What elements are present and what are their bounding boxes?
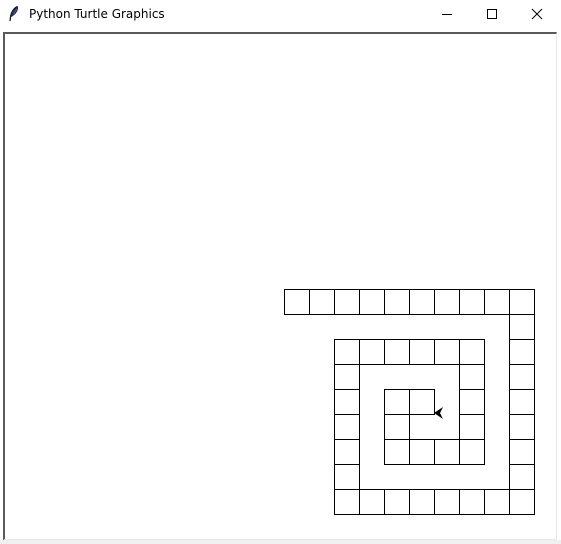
spiral-cell [334,464,360,490]
spiral-cell [509,414,535,440]
spiral-cell [334,289,360,315]
spiral-cell [409,339,435,365]
spiral-cell [459,289,485,315]
spiral-cell [309,289,335,315]
spiral-cell [434,289,460,315]
spiral-cell [459,414,485,440]
spiral-cell [334,389,360,415]
spiral-cell [409,289,435,315]
spiral-cell [409,489,435,515]
spiral-cell [459,389,485,415]
spiral-cell [459,364,485,390]
spiral-cell [384,414,410,440]
spiral-cell [359,289,385,315]
spiral-cell [284,289,310,315]
spiral-cell [509,389,535,415]
spiral-cell [459,439,485,465]
spiral-cell [434,439,460,465]
spiral-cell [334,439,360,465]
spiral-cell [484,489,510,515]
spiral-cell [334,489,360,515]
spiral-cell [384,439,410,465]
spiral-cell [359,339,385,365]
spiral-cell [384,289,410,315]
spiral-cell [384,389,410,415]
turtle-drawing [284,289,535,515]
spiral-cell [509,439,535,465]
spiral-cell [509,489,535,515]
spiral-cell [334,414,360,440]
spiral-cell [509,289,535,315]
spiral-cell [409,439,435,465]
spiral-cell [484,289,510,315]
spiral-cell [459,489,485,515]
spiral-cell [509,339,535,365]
spiral-cell [459,339,485,365]
spiral-cell [384,489,410,515]
spiral-cell [359,489,385,515]
spiral-cell [509,464,535,490]
window-bottom-edge [0,540,561,544]
turtle-window: Python Turtle Graphics [0,0,561,544]
spiral-cell [384,339,410,365]
spiral-cell [434,489,460,515]
square-spiral [284,289,535,515]
spiral-cell [509,364,535,390]
spiral-cell [334,339,360,365]
turtle-cursor-icon [434,407,443,419]
spiral-cell [409,389,435,415]
spiral-cell [509,314,535,340]
spiral-cell [334,364,360,390]
spiral-cell [434,339,460,365]
